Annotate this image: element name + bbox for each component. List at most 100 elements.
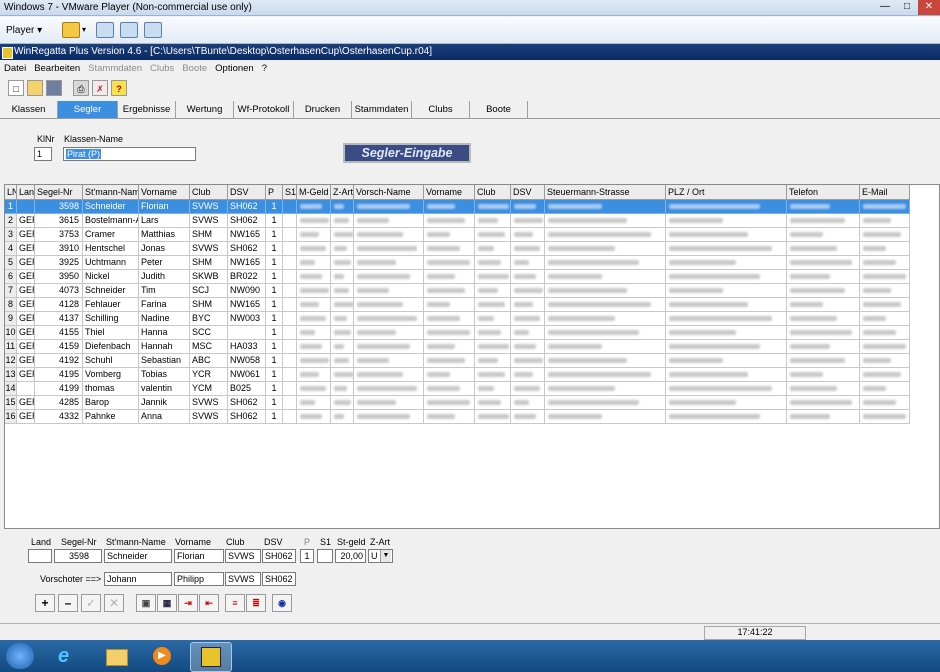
- table-cell[interactable]: GER: [17, 256, 35, 270]
- table-cell[interactable]: SHM: [190, 298, 228, 312]
- table-cell[interactable]: [475, 312, 511, 326]
- table-cell[interactable]: [545, 200, 666, 214]
- table-cell[interactable]: SH062: [228, 410, 266, 424]
- table-cell[interactable]: 4: [5, 242, 17, 256]
- column-header[interactable]: Land: [17, 185, 35, 200]
- tab-clubs[interactable]: Clubs: [412, 101, 470, 118]
- table-cell[interactable]: [787, 326, 860, 340]
- table-cell[interactable]: 7: [5, 284, 17, 298]
- table-cell[interactable]: 1: [266, 200, 283, 214]
- table-cell[interactable]: [787, 340, 860, 354]
- table-cell[interactable]: SVWS: [190, 200, 228, 214]
- table-cell[interactable]: [283, 410, 297, 424]
- save-icon[interactable]: [46, 80, 62, 96]
- table-cell[interactable]: [545, 354, 666, 368]
- minimize-icon[interactable]: —: [874, 0, 896, 15]
- table-cell[interactable]: [354, 228, 424, 242]
- table-cell[interactable]: NW003: [228, 312, 266, 326]
- table-cell[interactable]: [545, 396, 666, 410]
- tab-ergebnisse[interactable]: Ergebnisse: [118, 101, 176, 118]
- table-cell[interactable]: [297, 340, 331, 354]
- table-cell[interactable]: [424, 228, 475, 242]
- help-icon[interactable]: ?: [111, 80, 127, 96]
- table-cell[interactable]: [354, 270, 424, 284]
- table-cell[interactable]: [860, 340, 910, 354]
- table-cell[interactable]: [297, 354, 331, 368]
- table-cell[interactable]: 11: [5, 340, 17, 354]
- table-cell[interactable]: [424, 396, 475, 410]
- tools-icon[interactable]: ✗: [92, 80, 108, 96]
- vorschoter-vorname-field[interactable]: Philipp: [174, 572, 224, 586]
- table-cell[interactable]: SHM: [190, 228, 228, 242]
- table-cell[interactable]: [666, 312, 787, 326]
- table-cell[interactable]: 3950: [35, 270, 83, 284]
- table-cell[interactable]: SVWS: [190, 214, 228, 228]
- table-cell[interactable]: [511, 284, 545, 298]
- delete-record-button[interactable]: –: [58, 594, 78, 612]
- table-cell[interactable]: GER: [17, 340, 35, 354]
- table-cell[interactable]: [331, 354, 354, 368]
- table-cell[interactable]: Vomberg: [83, 368, 139, 382]
- table-cell[interactable]: YCR: [190, 368, 228, 382]
- p-field[interactable]: 1: [300, 549, 314, 563]
- table-cell[interactable]: [666, 326, 787, 340]
- add-record-button[interactable]: +: [35, 594, 55, 612]
- table-cell[interactable]: [787, 396, 860, 410]
- table-cell[interactable]: 10: [5, 326, 17, 340]
- table-cell[interactable]: [475, 256, 511, 270]
- table-cell[interactable]: 4195: [35, 368, 83, 382]
- table-cell[interactable]: [787, 284, 860, 298]
- table-cell[interactable]: [424, 368, 475, 382]
- table-cell[interactable]: YCM: [190, 382, 228, 396]
- table-cell[interactable]: 4073: [35, 284, 83, 298]
- table-cell[interactable]: [475, 326, 511, 340]
- table-cell[interactable]: 1: [266, 340, 283, 354]
- winregatta-task-icon[interactable]: [190, 642, 232, 672]
- table-cell[interactable]: [787, 228, 860, 242]
- club-field[interactable]: SVWS: [225, 549, 261, 563]
- table-cell[interactable]: GER: [17, 284, 35, 298]
- table-cell[interactable]: NW058: [228, 354, 266, 368]
- table-cell[interactable]: [511, 200, 545, 214]
- land-field[interactable]: [28, 549, 52, 563]
- table-cell[interactable]: 5: [5, 256, 17, 270]
- table-cell[interactable]: [475, 284, 511, 298]
- table-cell[interactable]: [475, 410, 511, 424]
- table-cell[interactable]: [475, 354, 511, 368]
- table-cell[interactable]: Hannah: [139, 340, 190, 354]
- internet-explorer-icon[interactable]: e: [48, 642, 88, 670]
- new-file-icon[interactable]: □: [8, 80, 24, 96]
- table-cell[interactable]: [354, 410, 424, 424]
- table-cell[interactable]: [475, 382, 511, 396]
- table-cell[interactable]: [297, 368, 331, 382]
- table-cell[interactable]: [297, 396, 331, 410]
- column-header[interactable]: E-Mail: [860, 185, 910, 200]
- table-cell[interactable]: Peter: [139, 256, 190, 270]
- table-cell[interactable]: [860, 214, 910, 228]
- table-cell[interactable]: [331, 214, 354, 228]
- table-cell[interactable]: Jannik: [139, 396, 190, 410]
- st-geld-field[interactable]: 20,00: [335, 549, 366, 563]
- table-cell[interactable]: [860, 312, 910, 326]
- table-cell[interactable]: [511, 368, 545, 382]
- fullscreen-icon[interactable]: [120, 22, 138, 38]
- table-cell[interactable]: Diefenbach: [83, 340, 139, 354]
- table-cell[interactable]: [354, 354, 424, 368]
- table-cell[interactable]: [787, 368, 860, 382]
- vorschoter-name-field[interactable]: Johann: [104, 572, 172, 586]
- table-cell[interactable]: [475, 340, 511, 354]
- unity-icon[interactable]: [144, 22, 162, 38]
- table-cell[interactable]: GER: [17, 270, 35, 284]
- table-cell[interactable]: [354, 214, 424, 228]
- table-cell[interactable]: [666, 242, 787, 256]
- table-cell[interactable]: [860, 382, 910, 396]
- table-cell[interactable]: [545, 312, 666, 326]
- table-cell[interactable]: [283, 382, 297, 396]
- table-cell[interactable]: [545, 214, 666, 228]
- table-cell[interactable]: [354, 298, 424, 312]
- table-cell[interactable]: 1: [266, 214, 283, 228]
- column-header[interactable]: Segel-Nr: [35, 185, 83, 200]
- table-cell[interactable]: [511, 396, 545, 410]
- table-cell[interactable]: [424, 410, 475, 424]
- table-cell[interactable]: [354, 312, 424, 326]
